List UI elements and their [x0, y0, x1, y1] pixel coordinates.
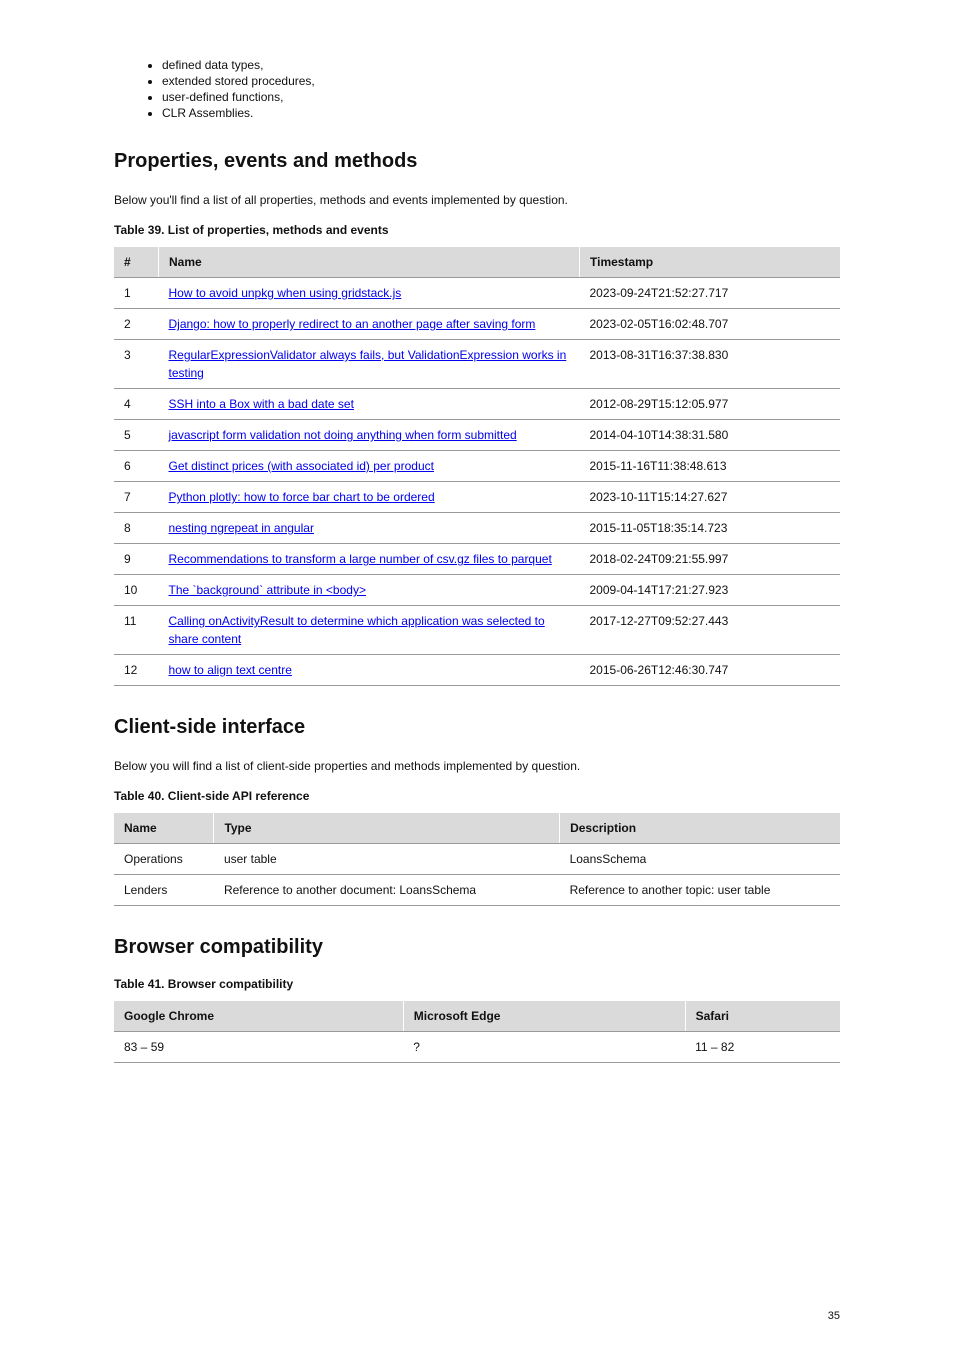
cell-name: The `background` attribute in <body> — [159, 575, 580, 606]
question-link[interactable]: SSH into a Box with a bad date set — [169, 397, 354, 411]
question-link[interactable]: RegularExpressionValidator always fails,… — [169, 348, 567, 380]
col-header-timestamp: Timestamp — [580, 247, 841, 278]
question-link[interactable]: Get distinct prices (with associated id)… — [169, 459, 434, 473]
properties-table: # Name Timestamp 1 How to avoid unpkg whe… — [114, 247, 840, 686]
cell-type: Reference to another document: LoansSche… — [214, 875, 560, 906]
cell-name: RegularExpressionValidator always fails,… — [159, 340, 580, 389]
table-caption: Table 40. Client-side API reference — [114, 789, 840, 803]
cell-timestamp: 2023-09-24T21:52:27.717 — [580, 278, 841, 309]
cell-name: Django: how to properly redirect to an a… — [159, 309, 580, 340]
table-row: 4 SSH into a Box with a bad date set 2012-… — [114, 389, 840, 420]
bullet-list: defined data types, extended stored proc… — [114, 58, 840, 120]
cell-timestamp: 2015-11-05T18:35:14.723 — [580, 513, 841, 544]
col-header-name: Name — [159, 247, 580, 278]
table-row: 7 Python plotly: how to force bar chart t… — [114, 482, 840, 513]
cell-name: Recommendations to transform a large num… — [159, 544, 580, 575]
section-heading-properties: Properties, events and methods — [114, 150, 840, 173]
cell-num: 8 — [114, 513, 159, 544]
table-row: 1 How to avoid unpkg when using gridstack… — [114, 278, 840, 309]
cell-name: Python plotly: how to force bar chart to… — [159, 482, 580, 513]
cell-desc: Reference to another topic: user table — [560, 875, 840, 906]
cell-name: how to align text centre — [159, 655, 580, 686]
cell-timestamp: 2015-11-16T11:38:48.613 — [580, 451, 841, 482]
cell-desc: LoansSchema — [560, 844, 840, 875]
col-header-name: Name — [114, 813, 214, 844]
browser-compat-table: Google Chrome Microsoft Edge Safari 83 –… — [114, 1001, 840, 1063]
page-number: 35 — [828, 1310, 840, 1322]
cell-name: How to avoid unpkg when using gridstack.… — [159, 278, 580, 309]
table-row: 9 Recommendations to transform a large nu… — [114, 544, 840, 575]
cell-num: 12 — [114, 655, 159, 686]
cell-num: 10 — [114, 575, 159, 606]
table-row: 10 The `background` attribute in <body> 20… — [114, 575, 840, 606]
cell-timestamp: 2017-12-27T09:52:27.443 — [580, 606, 841, 655]
cell-timestamp: 2015-06-26T12:46:30.747 — [580, 655, 841, 686]
client-api-table: Name Type Description Operationsuser tab… — [114, 813, 840, 906]
table-row: 83 – 59?11 – 82 — [114, 1032, 840, 1063]
cell-name: javascript form validation not doing any… — [159, 420, 580, 451]
col-header-num: # — [114, 247, 159, 278]
question-link[interactable]: nesting ngrepeat in angular — [169, 521, 314, 535]
table-caption: Table 39. List of properties, methods an… — [114, 223, 840, 237]
cell-name: Operations — [114, 844, 214, 875]
question-link[interactable]: how to align text centre — [169, 663, 292, 677]
section-heading-browser: Browser compatibility — [114, 936, 840, 959]
question-link[interactable]: javascript form validation not doing any… — [169, 428, 517, 442]
document-page: defined data types, extended stored proc… — [0, 0, 954, 1350]
table-row: Operationsuser tableLoansSchema — [114, 844, 840, 875]
col-header-safari: Safari — [685, 1001, 840, 1032]
cell-timestamp: 2013-08-31T16:37:38.830 — [580, 340, 841, 389]
cell-timestamp: 2009-04-14T17:21:27.923 — [580, 575, 841, 606]
section-paragraph: Below you will find a list of client-sid… — [114, 757, 840, 775]
list-item: CLR Assemblies. — [162, 106, 840, 120]
list-item: user-defined functions, — [162, 90, 840, 104]
cell-num: 5 — [114, 420, 159, 451]
question-link[interactable]: Recommendations to transform a large num… — [169, 552, 552, 566]
col-header-edge: Microsoft Edge — [403, 1001, 685, 1032]
cell-timestamp: 2023-02-05T16:02:48.707 — [580, 309, 841, 340]
cell-num: 1 — [114, 278, 159, 309]
col-header-chrome: Google Chrome — [114, 1001, 403, 1032]
section-paragraph: Below you'll find a list of all properti… — [114, 191, 840, 209]
table-row: 11 Calling onActivityResult to determine … — [114, 606, 840, 655]
cell-name: Lenders — [114, 875, 214, 906]
table-row: LendersReference to another document: Lo… — [114, 875, 840, 906]
cell-value: ? — [403, 1032, 685, 1063]
cell-num: 11 — [114, 606, 159, 655]
cell-timestamp: 2012-08-29T15:12:05.977 — [580, 389, 841, 420]
cell-type: user table — [214, 844, 560, 875]
list-item: defined data types, — [162, 58, 840, 72]
table-row: 5 javascript form validation not doing an… — [114, 420, 840, 451]
col-header-desc: Description — [560, 813, 840, 844]
table-row: 6 Get distinct prices (with associated id… — [114, 451, 840, 482]
question-link[interactable]: Calling onActivityResult to determine wh… — [169, 614, 545, 646]
section-heading-client: Client-side interface — [114, 716, 840, 739]
cell-num: 4 — [114, 389, 159, 420]
question-link[interactable]: How to avoid unpkg when using gridstack.… — [169, 286, 402, 300]
question-link[interactable]: Django: how to properly redirect to an a… — [169, 317, 536, 331]
table-caption: Table 41. Browser compatibility — [114, 977, 840, 991]
cell-name: SSH into a Box with a bad date set — [159, 389, 580, 420]
cell-num: 7 — [114, 482, 159, 513]
col-header-type: Type — [214, 813, 560, 844]
cell-value: 83 – 59 — [114, 1032, 403, 1063]
table-row: 2 Django: how to properly redirect to an … — [114, 309, 840, 340]
cell-timestamp: 2023-10-11T15:14:27.627 — [580, 482, 841, 513]
cell-name: nesting ngrepeat in angular — [159, 513, 580, 544]
cell-timestamp: 2014-04-10T14:38:31.580 — [580, 420, 841, 451]
cell-num: 2 — [114, 309, 159, 340]
question-link[interactable]: The `background` attribute in <body> — [169, 583, 366, 597]
cell-timestamp: 2018-02-24T09:21:55.997 — [580, 544, 841, 575]
table-row: 3 RegularExpressionValidator always fails… — [114, 340, 840, 389]
question-link[interactable]: Python plotly: how to force bar chart to… — [169, 490, 435, 504]
cell-num: 6 — [114, 451, 159, 482]
cell-name: Get distinct prices (with associated id)… — [159, 451, 580, 482]
list-item: extended stored procedures, — [162, 74, 840, 88]
table-row: 8 nesting ngrepeat in angular 2015-11-05T1… — [114, 513, 840, 544]
cell-name: Calling onActivityResult to determine wh… — [159, 606, 580, 655]
table-row: 12 how to align text centre 2015-06-26T12:… — [114, 655, 840, 686]
cell-value: 11 – 82 — [685, 1032, 840, 1063]
cell-num: 9 — [114, 544, 159, 575]
cell-num: 3 — [114, 340, 159, 389]
